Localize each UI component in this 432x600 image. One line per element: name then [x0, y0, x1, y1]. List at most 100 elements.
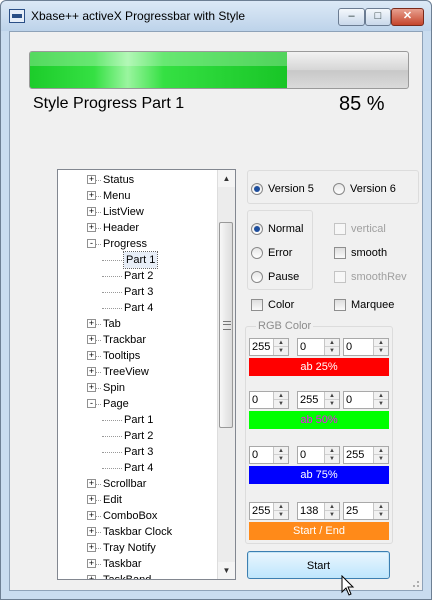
tree-view[interactable]: + Status + Menu + ListView + Header - Progress Par…	[57, 169, 236, 580]
spin-up-icon[interactable]: ▲	[274, 392, 288, 400]
spin-value[interactable]: 0	[252, 393, 258, 407]
expand-plus-icon[interactable]: +	[87, 351, 96, 360]
expand-plus-icon[interactable]: +	[87, 207, 96, 216]
spin-down-icon[interactable]: ▼	[274, 347, 288, 355]
spin-down-icon[interactable]: ▼	[374, 400, 388, 408]
spin-buttons[interactable]: ▲ ▼	[324, 447, 339, 463]
spin-up-icon[interactable]: ▲	[374, 392, 388, 400]
spin-buttons[interactable]: ▲ ▼	[324, 392, 339, 408]
spin-value[interactable]: 255	[252, 340, 270, 354]
spin-buttons[interactable]: ▲ ▼	[373, 447, 388, 463]
radio-label: Version 5	[268, 183, 314, 195]
expand-plus-icon[interactable]: +	[87, 319, 96, 328]
spin-buttons[interactable]: ▲ ▼	[324, 503, 339, 519]
spin-buttons[interactable]: ▲ ▼	[324, 339, 339, 355]
expand-plus-icon[interactable]: +	[87, 527, 96, 536]
expand-plus-icon[interactable]: +	[87, 383, 96, 392]
spin-b[interactable]: 0 ▲ ▼	[343, 338, 389, 356]
expand-plus-icon[interactable]: +	[87, 479, 96, 488]
spin-down-icon[interactable]: ▼	[374, 347, 388, 355]
minimize-button[interactable]: –	[338, 8, 365, 26]
expand-plus-icon[interactable]: +	[87, 191, 96, 200]
spin-value[interactable]: 255	[346, 448, 364, 462]
spin-buttons[interactable]: ▲ ▼	[373, 339, 388, 355]
resize-grip-icon[interactable]	[410, 578, 420, 588]
tree-connector	[96, 516, 101, 517]
spin-r[interactable]: 255 ▲ ▼	[249, 502, 289, 520]
tree-item-label: Part 3	[124, 446, 154, 458]
spin-buttons[interactable]: ▲ ▼	[273, 503, 288, 519]
radio-label: Pause	[268, 271, 300, 283]
spin-buttons[interactable]: ▲ ▼	[273, 447, 288, 463]
expand-plus-icon[interactable]: +	[87, 223, 96, 232]
spin-value[interactable]: 138	[300, 504, 318, 518]
spin-b[interactable]: 25 ▲ ▼	[343, 502, 389, 520]
tree-scrollbar[interactable]: ▲ ▼	[217, 170, 235, 579]
spin-down-icon[interactable]: ▼	[325, 455, 339, 463]
collapse-minus-icon[interactable]: -	[87, 239, 96, 248]
spin-down-icon[interactable]: ▼	[274, 400, 288, 408]
close-button[interactable]: ✕	[391, 8, 424, 26]
spin-up-icon[interactable]: ▲	[274, 447, 288, 455]
grip-icon	[223, 321, 231, 330]
scroll-down-arrow-icon[interactable]: ▼	[218, 562, 235, 579]
spin-up-icon[interactable]: ▲	[325, 503, 339, 511]
scroll-thumb[interactable]	[219, 222, 233, 428]
spin-value[interactable]: 255	[252, 504, 270, 518]
spin-up-icon[interactable]: ▲	[374, 339, 388, 347]
spin-down-icon[interactable]: ▼	[325, 347, 339, 355]
spin-b[interactable]: 0 ▲ ▼	[343, 391, 389, 409]
spin-down-icon[interactable]: ▼	[274, 455, 288, 463]
spin-buttons[interactable]: ▲ ▼	[373, 392, 388, 408]
app-window-icon[interactable]	[9, 9, 25, 23]
spin-r[interactable]: 0 ▲ ▼	[249, 391, 289, 409]
spin-value[interactable]: 0	[346, 393, 352, 407]
spin-value[interactable]: 25	[346, 504, 358, 518]
spin-buttons[interactable]: ▲ ▼	[373, 503, 388, 519]
expand-plus-icon[interactable]: +	[87, 335, 96, 344]
spin-up-icon[interactable]: ▲	[325, 339, 339, 347]
maximize-button[interactable]: □	[365, 8, 391, 26]
checkbox-box	[334, 271, 346, 283]
spin-up-icon[interactable]: ▲	[374, 447, 388, 455]
spin-down-icon[interactable]: ▼	[374, 455, 388, 463]
expand-plus-icon[interactable]: +	[87, 559, 96, 568]
expand-plus-icon[interactable]: +	[87, 575, 96, 579]
spin-down-icon[interactable]: ▼	[274, 511, 288, 519]
expand-plus-icon[interactable]: +	[87, 543, 96, 552]
spin-value[interactable]: 0	[252, 448, 258, 462]
spin-up-icon[interactable]: ▲	[274, 339, 288, 347]
spin-down-icon[interactable]: ▼	[325, 400, 339, 408]
expand-plus-icon[interactable]: +	[87, 367, 96, 376]
tree-item-label: TreeView	[103, 366, 149, 378]
collapse-minus-icon[interactable]: -	[87, 399, 96, 408]
spin-b[interactable]: 255 ▲ ▼	[343, 446, 389, 464]
spin-up-icon[interactable]: ▲	[325, 392, 339, 400]
scroll-up-arrow-icon[interactable]: ▲	[218, 170, 235, 187]
spin-g[interactable]: 138 ▲ ▼	[297, 502, 340, 520]
spin-r[interactable]: 0 ▲ ▼	[249, 446, 289, 464]
spin-down-icon[interactable]: ▼	[325, 511, 339, 519]
expand-plus-icon[interactable]: +	[87, 495, 96, 504]
spin-value[interactable]: 255	[300, 393, 318, 407]
tree-item-label: Tray Notify	[103, 542, 156, 554]
spin-g[interactable]: 0 ▲ ▼	[297, 338, 340, 356]
spin-value[interactable]: 0	[346, 340, 352, 354]
expand-plus-icon[interactable]: +	[87, 511, 96, 520]
spin-up-icon[interactable]: ▲	[325, 447, 339, 455]
spin-g[interactable]: 0 ▲ ▼	[297, 446, 340, 464]
spin-down-icon[interactable]: ▼	[374, 511, 388, 519]
spin-up-icon[interactable]: ▲	[374, 503, 388, 511]
spin-buttons[interactable]: ▲ ▼	[273, 392, 288, 408]
spin-r[interactable]: 255 ▲ ▼	[249, 338, 289, 356]
spin-buttons[interactable]: ▲ ▼	[273, 339, 288, 355]
radio-circle	[251, 183, 263, 195]
spin-value[interactable]: 0	[300, 340, 306, 354]
spin-g[interactable]: 255 ▲ ▼	[297, 391, 340, 409]
start-button[interactable]: Start	[247, 551, 390, 579]
title-bar[interactable]: Xbase++ activeX Progressbar with Style –…	[1, 1, 431, 31]
spin-up-icon[interactable]: ▲	[274, 503, 288, 511]
spin-value[interactable]: 0	[300, 448, 306, 462]
radio-circle	[251, 223, 263, 235]
expand-plus-icon[interactable]: +	[87, 175, 96, 184]
